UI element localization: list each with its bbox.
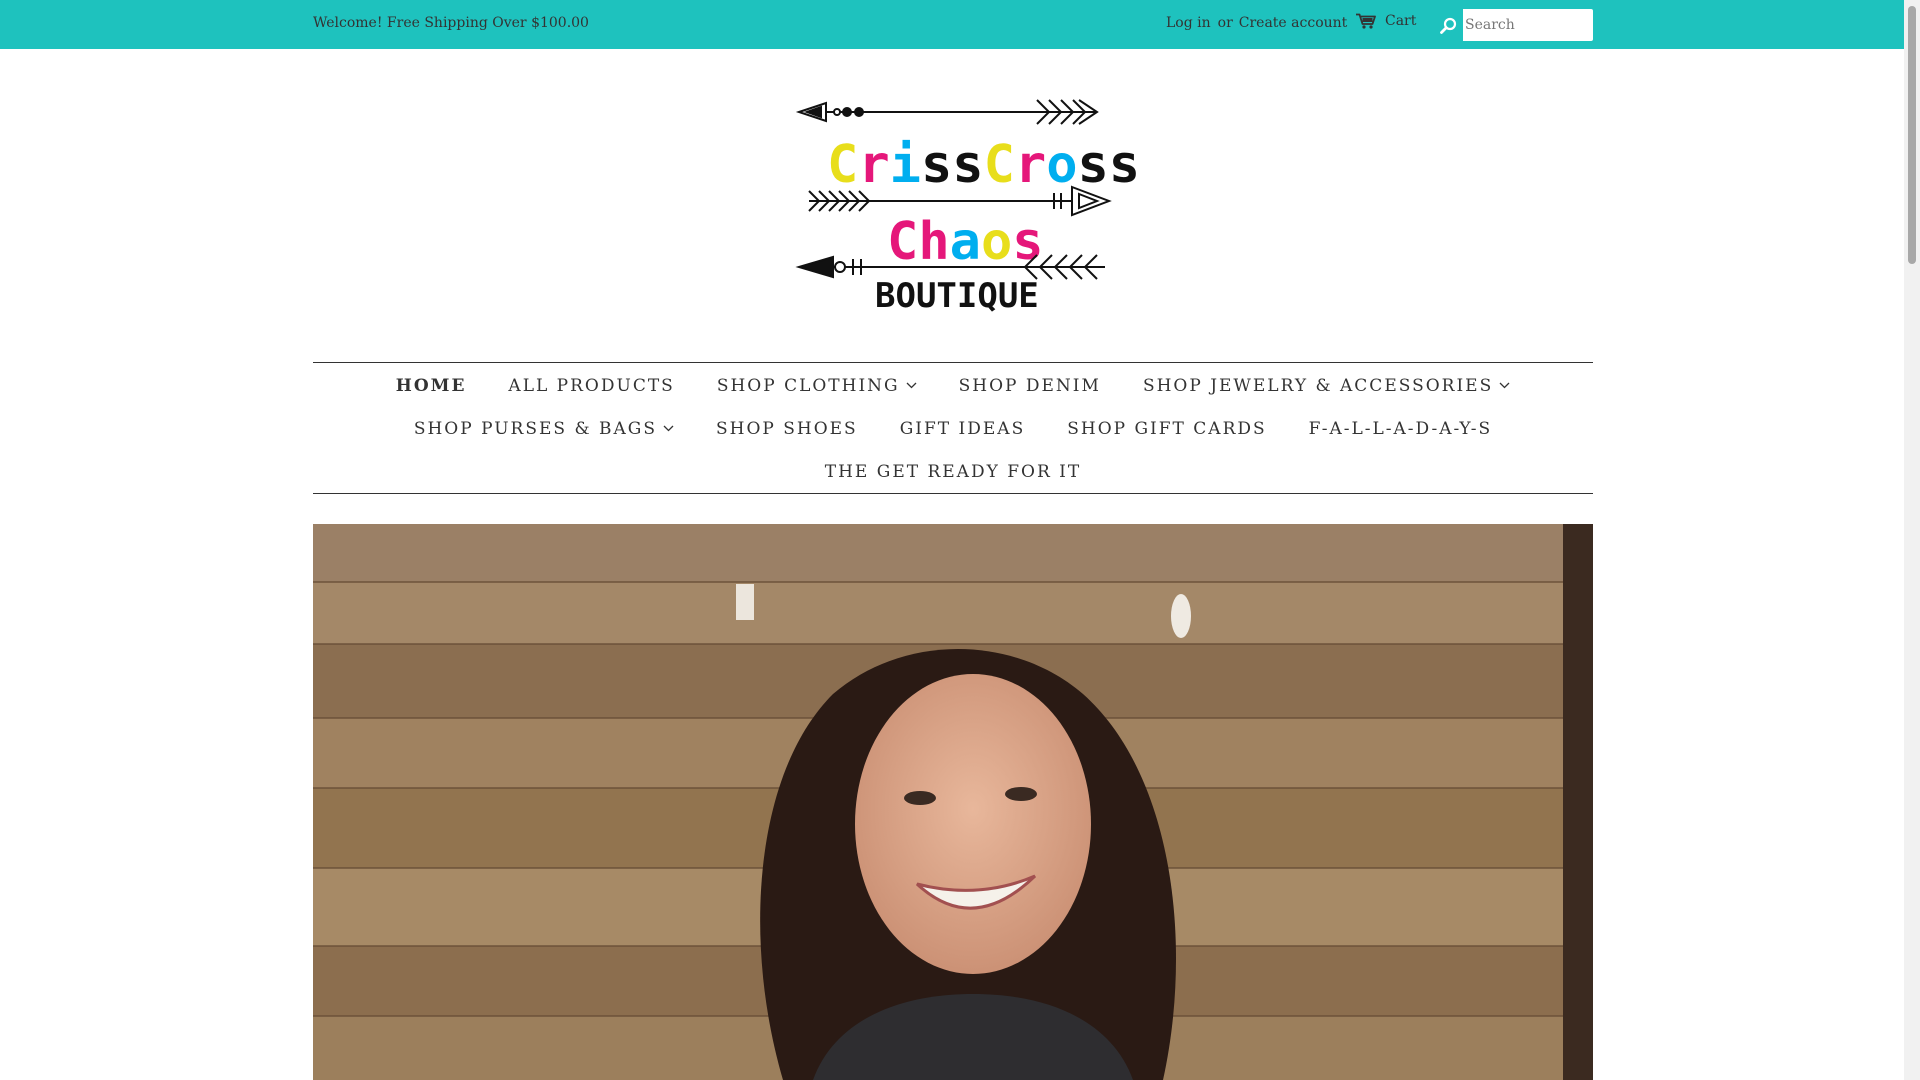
nav-item-shop-jewelry[interactable]: SHOP JEWELRY & ACCESSORIES bbox=[1122, 373, 1531, 398]
create-account-link[interactable]: Create account bbox=[1239, 15, 1348, 31]
nav-item-shop-gift-cards[interactable]: SHOP GIFT CARDS bbox=[1046, 416, 1287, 441]
main-navigation: HOME ALL PRODUCTS SHOP CLOTHING SHOP DEN… bbox=[313, 362, 1593, 494]
chevron-down-icon bbox=[1499, 382, 1510, 389]
login-link[interactable]: Log in bbox=[1166, 15, 1211, 31]
nav-item-shop-gift-cards-label: SHOP GIFT CARDS bbox=[1067, 418, 1267, 439]
nav-item-get-ready[interactable]: THE GET READY FOR IT bbox=[804, 459, 1102, 484]
nav-item-get-ready-label: THE GET READY FOR IT bbox=[824, 461, 1082, 482]
logo-text-boutique: BOUTIQUE bbox=[875, 276, 1039, 316]
nav-item-home[interactable]: HOME bbox=[375, 373, 488, 398]
nav-item-shop-clothing[interactable]: SHOP CLOTHING bbox=[696, 373, 938, 398]
nav-row-2: SHOP PURSES & BAGS SHOP SHOES GIFT IDEAS… bbox=[313, 416, 1593, 441]
cart-label: Cart bbox=[1385, 13, 1417, 29]
scrollbar-thumb[interactable] bbox=[1908, 6, 1916, 264]
logo-image: CrissCross Chaos BOUTIQUE bbox=[795, 99, 1140, 316]
announcement-bar-inner: Welcome! Free Shipping Over $100.00 Log … bbox=[313, 0, 1593, 49]
hero-image[interactable] bbox=[313, 524, 1593, 1080]
or-separator: or bbox=[1217, 15, 1233, 31]
cart-link[interactable]: Cart bbox=[1356, 13, 1416, 29]
nav-item-shop-purses-label: SHOP PURSES & BAGS bbox=[413, 418, 657, 439]
logo-text-chaos: Chaos bbox=[887, 212, 1044, 272]
nav-item-all-products-label: ALL PRODUCTS bbox=[508, 375, 675, 396]
search-form bbox=[1433, 9, 1593, 41]
search-icon bbox=[1439, 17, 1456, 34]
nav-item-home-label: HOME bbox=[395, 375, 467, 396]
nav-item-falladays[interactable]: F-A-L-L-A-D-A-Y-S bbox=[1288, 416, 1513, 441]
nav-item-shop-shoes[interactable]: SHOP SHOES bbox=[695, 416, 879, 441]
nav-item-shop-denim-label: SHOP DENIM bbox=[958, 375, 1101, 396]
nav-item-all-products[interactable]: ALL PRODUCTS bbox=[487, 373, 695, 398]
page-scrollbar[interactable] bbox=[1904, 0, 1920, 1080]
site-logo[interactable]: CrissCross Chaos BOUTIQUE bbox=[727, 79, 1178, 333]
welcome-message: Welcome! Free Shipping Over $100.00 bbox=[313, 15, 589, 31]
nav-row-3: THE GET READY FOR IT bbox=[313, 459, 1593, 484]
chevron-down-icon bbox=[663, 425, 674, 432]
cart-icon bbox=[1356, 13, 1376, 29]
nav-item-shop-denim[interactable]: SHOP DENIM bbox=[938, 373, 1122, 398]
nav-item-gift-ideas-label: GIFT IDEAS bbox=[899, 418, 1026, 439]
logo-text-crisscross: CrissCross bbox=[827, 135, 1140, 195]
nav-item-gift-ideas[interactable]: GIFT IDEAS bbox=[879, 416, 1047, 441]
nav-item-falladays-label: F-A-L-L-A-D-A-Y-S bbox=[1308, 418, 1493, 439]
nav-item-shop-jewelry-label: SHOP JEWELRY & ACCESSORIES bbox=[1142, 375, 1494, 396]
search-input[interactable] bbox=[1463, 9, 1593, 41]
nav-item-shop-shoes-label: SHOP SHOES bbox=[715, 418, 858, 439]
announcement-bar: Welcome! Free Shipping Over $100.00 Log … bbox=[0, 0, 1904, 49]
logo-arrow-top bbox=[795, 99, 1099, 125]
hero-photo bbox=[313, 524, 1593, 1080]
nav-item-shop-clothing-label: SHOP CLOTHING bbox=[716, 375, 900, 396]
account-links: Log in or Create account bbox=[1166, 15, 1347, 31]
search-button[interactable] bbox=[1433, 9, 1463, 41]
chevron-down-icon bbox=[906, 382, 917, 389]
nav-row-1: HOME ALL PRODUCTS SHOP CLOTHING SHOP DEN… bbox=[313, 373, 1593, 398]
nav-item-shop-purses[interactable]: SHOP PURSES & BAGS bbox=[393, 416, 695, 441]
